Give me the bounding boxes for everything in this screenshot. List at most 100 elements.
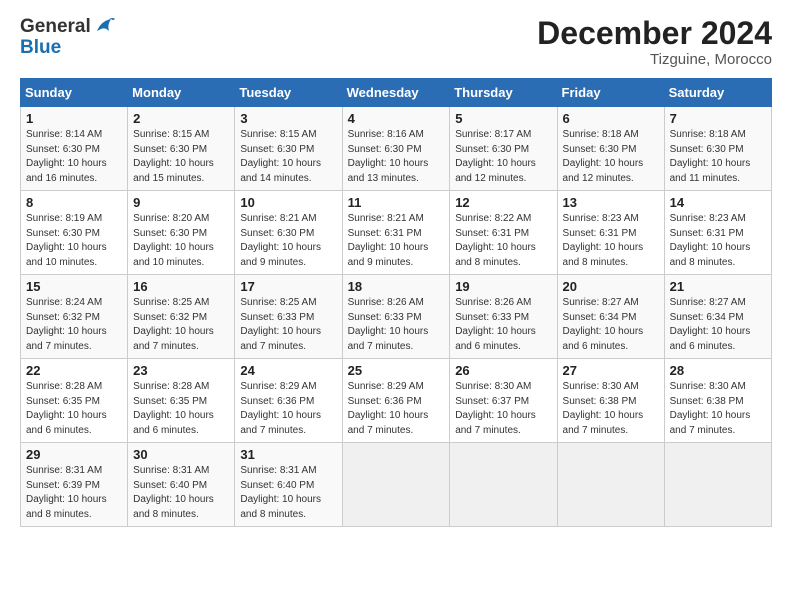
day-number: 10: [240, 195, 336, 210]
calendar-cell: [557, 443, 664, 527]
calendar-cell: 17 Sunrise: 8:25 AMSunset: 6:33 PMDayligh…: [235, 275, 342, 359]
logo-blue-text: Blue: [20, 37, 61, 58]
day-info: Sunrise: 8:19 AMSunset: 6:30 PMDaylight:…: [26, 212, 122, 270]
day-number: 14: [670, 195, 766, 210]
day-number: 31: [240, 447, 336, 462]
calendar-cell: 14 Sunrise: 8:23 AMSunset: 6:31 PMDayligh…: [664, 191, 771, 275]
col-thursday: Thursday: [450, 79, 557, 107]
col-monday: Monday: [128, 79, 235, 107]
day-info: Sunrise: 8:29 AMSunset: 6:36 PMDaylight:…: [348, 380, 445, 438]
day-info: Sunrise: 8:17 AMSunset: 6:30 PMDaylight:…: [455, 128, 551, 186]
day-info: Sunrise: 8:29 AMSunset: 6:36 PMDaylight:…: [240, 380, 336, 438]
day-info: Sunrise: 8:26 AMSunset: 6:33 PMDaylight:…: [348, 296, 445, 354]
calendar-cell: 16Sunrise: 8:25 AMSunset: 6:32 PMDayligh…: [128, 275, 235, 359]
calendar-cell: 12 Sunrise: 8:22 AMSunset: 6:31 PMDayligh…: [450, 191, 557, 275]
day-number: 22: [26, 363, 122, 378]
day-number: 6: [563, 111, 659, 126]
calendar-cell: [450, 443, 557, 527]
day-info: Sunrise: 8:28 AMSunset: 6:35 PMDaylight:…: [26, 380, 122, 438]
col-saturday: Saturday: [664, 79, 771, 107]
calendar-cell: 18 Sunrise: 8:26 AMSunset: 6:33 PMDayligh…: [342, 275, 450, 359]
day-info: Sunrise: 8:24 AMSunset: 6:32 PMDaylight:…: [26, 296, 122, 354]
calendar-cell: 23 Sunrise: 8:28 AMSunset: 6:35 PMDayligh…: [128, 359, 235, 443]
calendar-cell: 7 Sunrise: 8:18 AMSunset: 6:30 PMDaylight…: [664, 107, 771, 191]
day-number: 12: [455, 195, 551, 210]
calendar-cell: 5Sunrise: 8:17 AMSunset: 6:30 PMDaylight…: [450, 107, 557, 191]
day-number: 9: [133, 195, 229, 210]
calendar-cell: 1Sunrise: 8:14 AMSunset: 6:30 PMDaylight…: [21, 107, 128, 191]
day-number: 7: [670, 111, 766, 126]
calendar-cell: 2Sunrise: 8:15 AMSunset: 6:30 PMDaylight…: [128, 107, 235, 191]
col-wednesday: Wednesday: [342, 79, 450, 107]
calendar-week-row: 1Sunrise: 8:14 AMSunset: 6:30 PMDaylight…: [21, 107, 772, 191]
calendar-cell: 28Sunrise: 8:30 AMSunset: 6:38 PMDayligh…: [664, 359, 771, 443]
page-subtitle: Tizguine, Morocco: [537, 51, 772, 68]
day-number: 20: [563, 279, 659, 294]
calendar-cell: 25 Sunrise: 8:29 AMSunset: 6:36 PMDayligh…: [342, 359, 450, 443]
day-number: 11: [348, 195, 445, 210]
calendar-cell: [664, 443, 771, 527]
calendar-cell: 30Sunrise: 8:31 AMSunset: 6:40 PMDayligh…: [128, 443, 235, 527]
day-info: Sunrise: 8:18 AMSunset: 6:30 PMDaylight:…: [563, 128, 659, 186]
day-info: Sunrise: 8:21 AMSunset: 6:30 PMDaylight:…: [240, 212, 336, 270]
calendar-cell: 19Sunrise: 8:26 AMSunset: 6:33 PMDayligh…: [450, 275, 557, 359]
calendar-cell: [342, 443, 450, 527]
calendar-body: 1Sunrise: 8:14 AMSunset: 6:30 PMDaylight…: [21, 107, 772, 527]
calendar-cell: 8 Sunrise: 8:19 AMSunset: 6:30 PMDaylight…: [21, 191, 128, 275]
day-info: Sunrise: 8:28 AMSunset: 6:35 PMDaylight:…: [133, 380, 229, 438]
day-info: Sunrise: 8:27 AMSunset: 6:34 PMDaylight:…: [563, 296, 659, 354]
header: General Blue December 2024 Tizguine, Mor…: [20, 16, 772, 68]
day-info: Sunrise: 8:22 AMSunset: 6:31 PMDaylight:…: [455, 212, 551, 270]
day-number: 17: [240, 279, 336, 294]
day-number: 4: [348, 111, 445, 126]
day-number: 25: [348, 363, 445, 378]
day-info: Sunrise: 8:23 AMSunset: 6:31 PMDaylight:…: [670, 212, 766, 270]
day-number: 30: [133, 447, 229, 462]
logo-box: General Blue: [20, 16, 115, 59]
day-number: 15: [26, 279, 122, 294]
day-number: 26: [455, 363, 551, 378]
calendar-page: General Blue December 2024 Tizguine, Mor…: [0, 0, 792, 612]
calendar-week-row: 8 Sunrise: 8:19 AMSunset: 6:30 PMDaylight…: [21, 191, 772, 275]
calendar-week-row: 29Sunrise: 8:31 AMSunset: 6:39 PMDayligh…: [21, 443, 772, 527]
calendar-cell: 26 Sunrise: 8:30 AMSunset: 6:37 PMDayligh…: [450, 359, 557, 443]
calendar-cell: 27Sunrise: 8:30 AMSunset: 6:38 PMDayligh…: [557, 359, 664, 443]
day-info: Sunrise: 8:31 AMSunset: 6:40 PMDaylight:…: [240, 464, 336, 522]
day-number: 19: [455, 279, 551, 294]
calendar-cell: 6 Sunrise: 8:18 AMSunset: 6:30 PMDaylight…: [557, 107, 664, 191]
day-number: 24: [240, 363, 336, 378]
day-info: Sunrise: 8:18 AMSunset: 6:30 PMDaylight:…: [670, 128, 766, 186]
day-info: Sunrise: 8:25 AMSunset: 6:32 PMDaylight:…: [133, 296, 229, 354]
logo-general-text: General: [20, 16, 91, 37]
calendar-week-row: 22 Sunrise: 8:28 AMSunset: 6:35 PMDayligh…: [21, 359, 772, 443]
calendar-cell: 31 Sunrise: 8:31 AMSunset: 6:40 PMDayligh…: [235, 443, 342, 527]
calendar-cell: 3Sunrise: 8:15 AMSunset: 6:30 PMDaylight…: [235, 107, 342, 191]
calendar-cell: 21 Sunrise: 8:27 AMSunset: 6:34 PMDayligh…: [664, 275, 771, 359]
day-info: Sunrise: 8:15 AMSunset: 6:30 PMDaylight:…: [133, 128, 229, 186]
logo: General Blue: [20, 16, 115, 59]
day-info: Sunrise: 8:30 AMSunset: 6:38 PMDaylight:…: [670, 380, 766, 438]
day-info: Sunrise: 8:30 AMSunset: 6:38 PMDaylight:…: [563, 380, 659, 438]
calendar-week-row: 15 Sunrise: 8:24 AMSunset: 6:32 PMDayligh…: [21, 275, 772, 359]
day-number: 21: [670, 279, 766, 294]
col-sunday: Sunday: [21, 79, 128, 107]
title-block: December 2024 Tizguine, Morocco: [537, 16, 772, 68]
day-number: 1: [26, 111, 122, 126]
day-info: Sunrise: 8:23 AMSunset: 6:31 PMDaylight:…: [563, 212, 659, 270]
calendar-cell: 20 Sunrise: 8:27 AMSunset: 6:34 PMDayligh…: [557, 275, 664, 359]
col-friday: Friday: [557, 79, 664, 107]
calendar-cell: 11 Sunrise: 8:21 AMSunset: 6:31 PMDayligh…: [342, 191, 450, 275]
day-number: 18: [348, 279, 445, 294]
calendar-cell: 4 Sunrise: 8:16 AMSunset: 6:30 PMDaylight…: [342, 107, 450, 191]
day-info: Sunrise: 8:21 AMSunset: 6:31 PMDaylight:…: [348, 212, 445, 270]
day-info: Sunrise: 8:16 AMSunset: 6:30 PMDaylight:…: [348, 128, 445, 186]
day-info: Sunrise: 8:30 AMSunset: 6:37 PMDaylight:…: [455, 380, 551, 438]
day-info: Sunrise: 8:25 AMSunset: 6:33 PMDaylight:…: [240, 296, 336, 354]
calendar-cell: 15 Sunrise: 8:24 AMSunset: 6:32 PMDayligh…: [21, 275, 128, 359]
day-info: Sunrise: 8:27 AMSunset: 6:34 PMDaylight:…: [670, 296, 766, 354]
day-number: 23: [133, 363, 229, 378]
day-number: 8: [26, 195, 122, 210]
logo-text-general: General: [20, 16, 115, 39]
calendar-cell: 29Sunrise: 8:31 AMSunset: 6:39 PMDayligh…: [21, 443, 128, 527]
day-number: 29: [26, 447, 122, 462]
